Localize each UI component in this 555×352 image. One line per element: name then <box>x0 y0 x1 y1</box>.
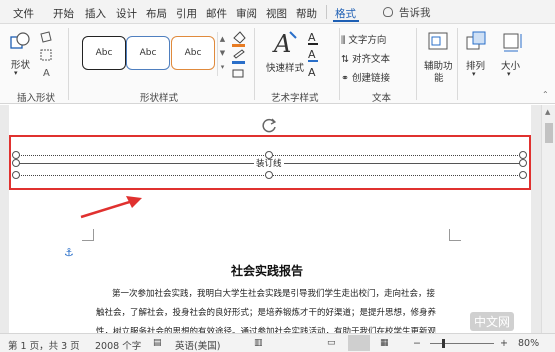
text-fill-outline-effects-icons[interactable]: A A A <box>306 30 330 80</box>
print-layout-icon[interactable] <box>348 335 370 351</box>
tab-home[interactable]: 开始 <box>53 6 74 21</box>
style-gallery-scroll[interactable]: ▲ ▼ ▾ <box>217 32 227 76</box>
tab-mailings[interactable]: 邮件 <box>206 6 227 21</box>
create-link-button[interactable]: ⚭ 创建链接 <box>341 70 390 84</box>
shapes-icon[interactable] <box>10 31 30 53</box>
svg-text:A: A <box>308 31 316 44</box>
shape-style-sample-1[interactable]: Abc <box>82 36 126 70</box>
chevron-down-icon[interactable]: ▼ <box>218 46 227 60</box>
svg-text:A: A <box>272 30 291 58</box>
tab-layout[interactable]: 布局 <box>146 6 167 21</box>
text-direction-button[interactable]: ⫼ 文字方向 <box>341 32 386 46</box>
read-mode-icon[interactable]: ▭ <box>327 338 336 348</box>
tab-insert[interactable]: 插入 <box>85 6 106 21</box>
shape-style-sample-2[interactable]: Abc <box>126 36 170 70</box>
group-divider <box>254 28 255 100</box>
chevron-up-icon[interactable]: ▲ <box>218 32 227 46</box>
align-text-button[interactable]: ⇅ 对齐文本 <box>341 51 390 65</box>
crop-mark <box>82 229 94 241</box>
rotate-handle-icon[interactable] <box>262 118 278 134</box>
group-divider <box>457 28 458 100</box>
group-divider <box>68 28 69 100</box>
red-arrow-icon <box>80 196 142 219</box>
size-icon[interactable] <box>501 31 523 53</box>
shape-fill-outline-effects-icons[interactable] <box>230 30 248 82</box>
status-bar: 第 1 页，共 3 页 2008 个字 ▤ 英语(美国) ▥ ▭ ▦ − + 8… <box>0 333 555 352</box>
scrollbar-thumb[interactable] <box>545 123 553 143</box>
text-group-label: 文本 <box>372 93 392 104</box>
watermark: 中文网 <box>470 312 515 331</box>
align-text-icon: ⇅ <box>341 54 352 65</box>
tab-file[interactable]: 文件 <box>13 6 34 21</box>
chevron-down-icon[interactable]: ▾ <box>472 70 476 78</box>
tab-review[interactable]: 审阅 <box>236 6 257 21</box>
group-divider <box>416 28 417 100</box>
quick-styles-button[interactable]: 快速样式 <box>266 60 304 74</box>
active-tab-indicator <box>333 20 359 22</box>
document-title: 社会实践报告 <box>231 264 304 278</box>
arrange-icon[interactable] <box>466 31 488 53</box>
insert-shapes-group-label: 插入形状 <box>17 93 56 104</box>
paragraph-line: 性，树立服务社会的思想的有效途径。通过参加社会实践活动，有助于我们在校学生更新观 <box>96 327 437 333</box>
group-divider <box>339 28 340 100</box>
paragraph-line: 触社会，了解社会，投身社会的良好形式；是培养锻炼才干的好渠道；是提升思想，修身养 <box>96 308 437 318</box>
focus-mode-icon[interactable]: ▥ <box>254 338 263 348</box>
zoom-slider-thumb[interactable] <box>442 339 445 348</box>
crop-mark <box>449 229 461 241</box>
shape-style-sample-3[interactable]: Abc <box>171 36 215 70</box>
zoom-level[interactable]: 80% <box>518 338 539 349</box>
tab-design[interactable]: 设计 <box>116 6 137 21</box>
tab-view[interactable]: 视图 <box>266 6 287 21</box>
svg-text:A: A <box>308 66 316 79</box>
word-count[interactable]: 2008 个字 <box>95 338 141 352</box>
accessibility-icon[interactable] <box>428 31 450 53</box>
page-count[interactable]: 第 1 页，共 3 页 <box>8 338 80 352</box>
tab-help[interactable]: 帮助 <box>296 6 317 21</box>
language[interactable]: 英语(美国) <box>175 338 220 352</box>
proofing-icon[interactable]: ▤ <box>153 338 162 348</box>
collapse-ribbon-icon[interactable]: ⌃ <box>542 90 549 99</box>
highlight-box <box>9 135 531 190</box>
edit-shape-icons[interactable]: A <box>39 30 61 80</box>
zoom-in-icon[interactable]: + <box>500 338 508 349</box>
accessibility-button-line2: 能 <box>434 73 444 84</box>
tell-me-label: 告诉我 <box>399 7 431 19</box>
svg-text:A: A <box>308 48 316 61</box>
scroll-up-icon[interactable]: ▲ <box>545 108 550 116</box>
paragraph-line: 第一次参加社会实践，我明白大学生社会实践是引导我们学生走出校门，走向社会，接 <box>112 289 436 299</box>
anchor-icon[interactable]: ⚓ <box>64 246 74 259</box>
lightbulb-icon <box>383 7 393 17</box>
link-icon: ⚭ <box>341 73 352 84</box>
zoom-slider[interactable] <box>430 343 494 344</box>
tab-references[interactable]: 引用 <box>176 6 197 21</box>
wordart-quick-styles-icon[interactable]: A <box>272 28 298 58</box>
ribbon-tab-bar: 文件 开始 插入 设计 布局 引用 邮件 审阅 视图 帮助 格式 告诉我 <box>0 0 555 24</box>
tab-separator <box>326 5 327 19</box>
expand-gallery-icon[interactable]: ▾ <box>218 60 227 74</box>
chevron-down-icon[interactable]: ▾ <box>507 70 511 78</box>
vertical-scrollbar[interactable]: ▲ <box>541 105 555 333</box>
svg-text:A: A <box>43 68 50 79</box>
zoom-out-icon[interactable]: − <box>413 338 421 349</box>
ribbon: 形状 ▾ A 插入形状 Abc Abc Abc ▲ ▼ ▾ 形状样式 A 快速样… <box>0 24 555 104</box>
chevron-down-icon[interactable]: ▾ <box>14 69 18 77</box>
shape-styles-group-label: 形状样式 <box>140 93 179 104</box>
tell-me-search[interactable]: 告诉我 <box>383 5 431 20</box>
tab-format[interactable]: 格式 <box>335 6 356 21</box>
wordart-styles-group-label: 艺术字样式 <box>271 93 319 104</box>
web-layout-icon[interactable]: ▦ <box>380 338 389 348</box>
